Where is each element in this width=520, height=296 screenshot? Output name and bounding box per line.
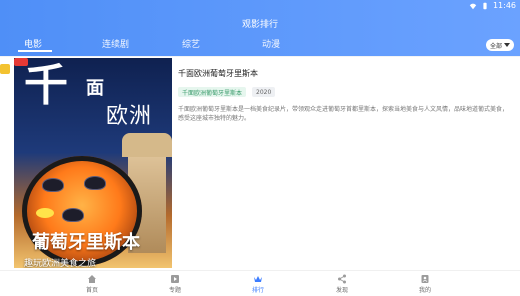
page-title: 观影排行 — [241, 20, 278, 30]
home-icon — [88, 275, 96, 283]
status-icons: 11:46 — [469, 1, 516, 10]
tab-movie[interactable]: 电影 — [24, 37, 42, 50]
poster-subtitle: 趣玩欧洲美食之旅 — [24, 259, 97, 268]
active-tab-indicator — [18, 50, 52, 52]
filter-select[interactable]: 全部 — [486, 39, 514, 51]
poster-lemon — [36, 208, 54, 218]
status-bar: 11:46 — [0, 0, 520, 14]
header-divider — [0, 56, 520, 57]
tag-year: 2020 — [252, 87, 276, 97]
movie-description: 千面欧洲葡萄牙里斯本是一档美食纪录片，带领观众走进葡萄牙首都里斯本，探索当地美食… — [178, 106, 509, 122]
tag-row: 千面欧洲葡萄牙里斯本 2020 — [178, 87, 513, 97]
tab-series[interactable]: 连续剧 — [102, 37, 129, 50]
poster-char-mian: 面 — [86, 78, 104, 99]
header: 观影排行 电影 连续剧 综艺 动漫 全部 — [0, 14, 520, 56]
nav-topic-label: 专题 — [168, 287, 181, 294]
crown-icon — [254, 276, 262, 282]
user-icon — [421, 275, 429, 283]
nav-topic[interactable]: 专题 — [145, 271, 205, 296]
poster-mussel — [42, 178, 64, 192]
poster-mussel — [62, 208, 84, 222]
tab-anime[interactable]: 动漫 — [262, 37, 280, 50]
tab-variety[interactable]: 综艺 — [182, 37, 200, 50]
poster-big-char: 千 — [24, 60, 68, 111]
nav-ranking[interactable]: 排行 — [228, 271, 288, 296]
nav-discover[interactable]: 发现 — [312, 271, 372, 296]
share-icon — [338, 274, 346, 284]
rank-badge — [0, 64, 10, 74]
wifi-icon — [469, 3, 477, 9]
poster-region: 欧洲 — [106, 104, 153, 129]
nav-ranking-label: 排行 — [251, 287, 264, 294]
play-icon — [171, 275, 179, 283]
chevron-down-icon — [504, 43, 510, 47]
corner-badge — [14, 58, 28, 66]
nav-mine-label: 我的 — [418, 287, 431, 294]
poster-mussel — [84, 176, 106, 190]
status-time: 11:46 — [492, 1, 516, 10]
tag-name: 千面欧洲葡萄牙里斯本 — [178, 87, 247, 97]
filter-select-value: 全部 — [489, 42, 502, 50]
category-tabs: 电影 连续剧 综艺 动漫 — [0, 37, 440, 53]
movie-title[interactable]: 千面欧洲葡萄牙里斯本 — [178, 68, 513, 79]
movie-poster[interactable]: 千 面 欧洲 葡萄牙里斯本 趣玩欧洲美食之旅 — [14, 58, 172, 268]
nav-home-label: 首页 — [85, 287, 98, 294]
nav-discover-label: 发现 — [335, 287, 348, 294]
nav-mine[interactable]: 我的 — [395, 271, 455, 296]
bottom-nav: 首页 专题 排行 发现 我的 — [0, 270, 520, 296]
nav-home[interactable]: 首页 — [62, 271, 122, 296]
battery-icon — [483, 2, 487, 9]
movie-info: 千面欧洲葡萄牙里斯本 千面欧洲葡萄牙里斯本 2020 千面欧洲葡萄牙里斯本是一档… — [178, 68, 513, 123]
poster-title: 葡萄牙里斯本 — [32, 232, 140, 253]
